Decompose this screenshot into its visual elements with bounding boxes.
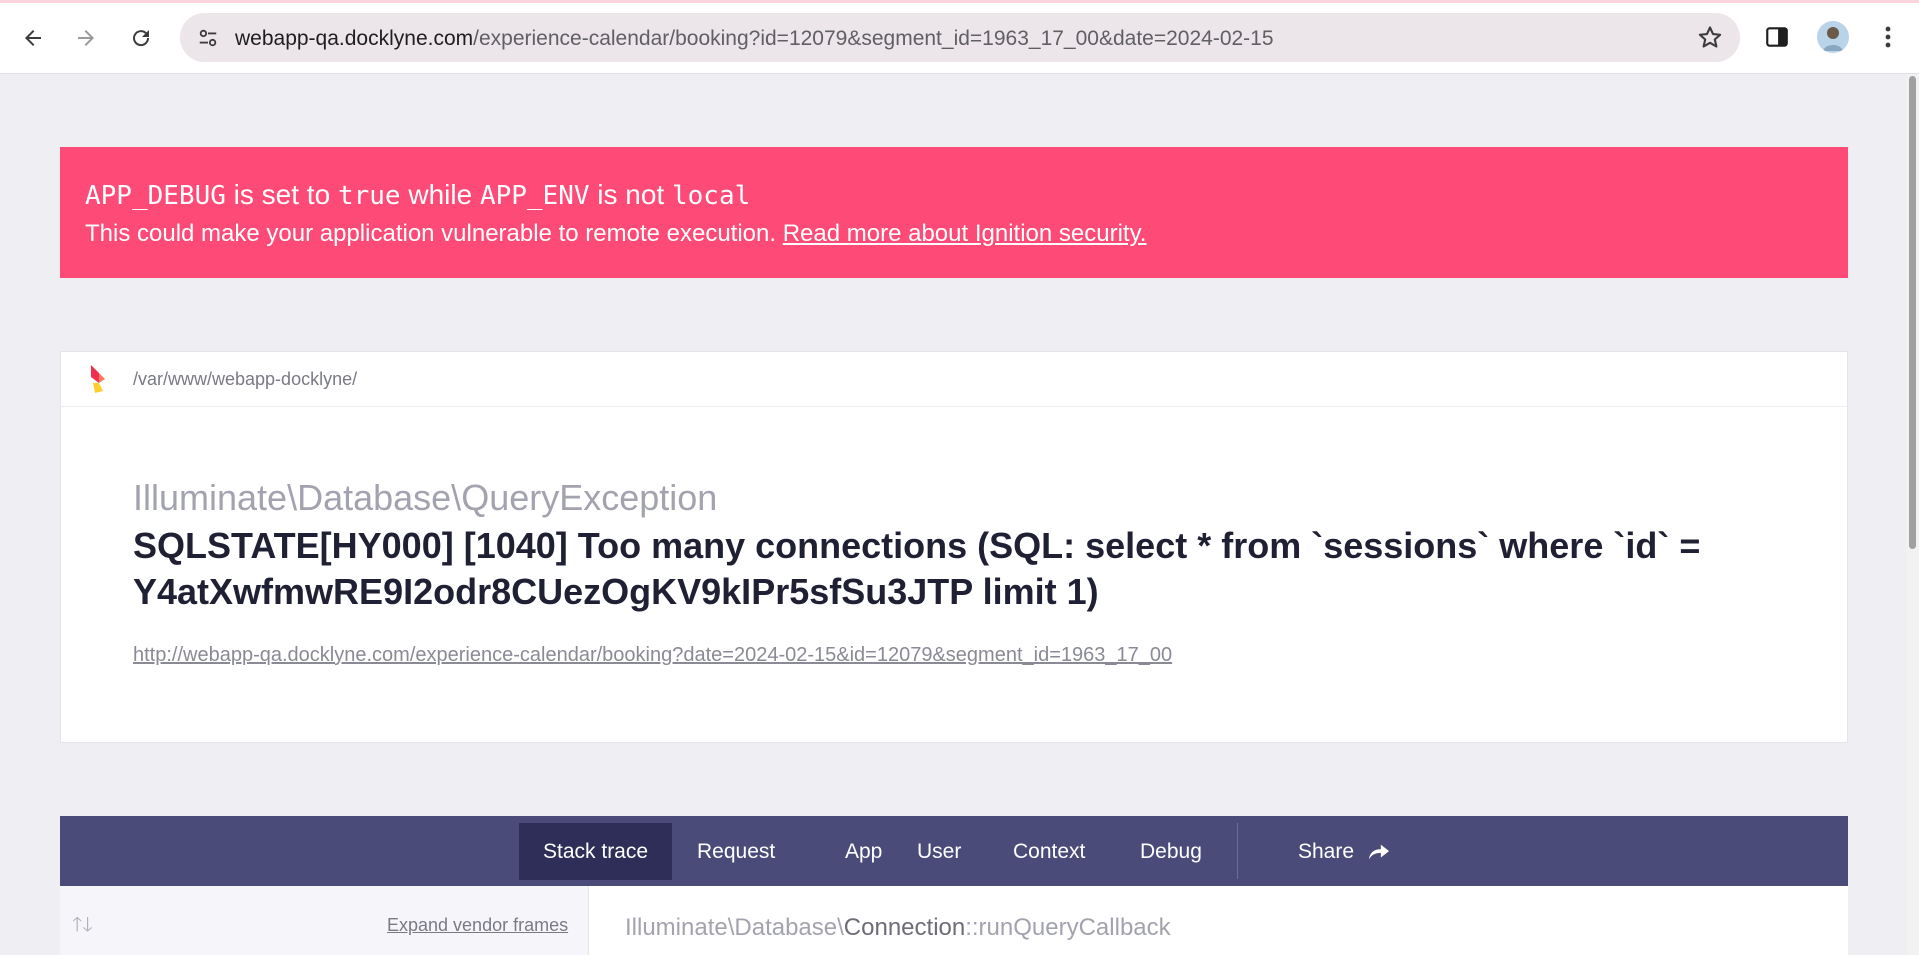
alert-text-3: is not xyxy=(589,179,672,210)
debug-warning-banner: APP_DEBUG is set to true while APP_ENV i… xyxy=(60,147,1848,278)
page-scrollbar[interactable] xyxy=(1906,74,1919,955)
forward-arrow-icon xyxy=(78,30,94,46)
star-icon[interactable] xyxy=(1696,24,1724,52)
frame-method: ::runQueryCallback xyxy=(965,914,1171,941)
exception-namespace: Illuminate\Database\ xyxy=(133,477,462,518)
avatar[interactable] xyxy=(1817,21,1849,53)
side-panel-icon[interactable] xyxy=(1764,24,1792,52)
exception-class: Illuminate\Database\QueryException xyxy=(133,477,717,519)
url-path: /experience-calendar/booking?id=12079&se… xyxy=(473,27,1274,50)
frame-class: Connection xyxy=(843,914,966,941)
forward-button[interactable] xyxy=(68,20,104,56)
browser-toolbar: webapp-qa.docklyne.com/experience-calend… xyxy=(0,0,1919,74)
tab-share[interactable]: Share xyxy=(1274,823,1414,880)
alert-title: APP_DEBUG is set to true while APP_ENV i… xyxy=(85,177,1823,214)
tab-debug[interactable]: Debug xyxy=(1116,823,1226,880)
error-tabs-bar: Stack trace Request App User Context Deb… xyxy=(60,816,1848,886)
alert-body: This could make your application vulnera… xyxy=(85,218,1823,250)
stack-frames-sidebar: 🡑🡓 Expand vendor frames xyxy=(60,886,589,955)
reload-icon xyxy=(133,30,150,47)
address-bar[interactable]: webapp-qa.docklyne.com/experience-calend… xyxy=(180,13,1740,62)
exception-message: SQLSTATE[HY000] [1040] Too many connecti… xyxy=(133,525,1701,612)
tab-user[interactable]: User xyxy=(893,823,985,880)
url-text[interactable]: webapp-qa.docklyne.com/experience-calend… xyxy=(235,27,1274,51)
back-button[interactable] xyxy=(15,20,51,56)
scrollbar-thumb[interactable] xyxy=(1909,76,1916,549)
tab-context[interactable]: Context xyxy=(989,823,1109,880)
frame-namespace: Illuminate\Database\ xyxy=(625,914,844,941)
alert-text-2: while xyxy=(400,179,480,210)
arrow-up-icon[interactable]: 🡑 xyxy=(72,914,82,936)
app-path: /var/www/webapp-docklyne/ xyxy=(133,369,358,389)
ignition-logo-icon xyxy=(91,365,105,393)
exception-card: /var/www/webapp-docklyne/ Illuminate\Dat… xyxy=(60,351,1848,743)
site-info-icon[interactable] xyxy=(194,24,222,52)
exception-class-name: QueryException xyxy=(461,477,718,518)
tab-separator xyxy=(1237,823,1238,879)
alert-code-app-debug: APP_DEBUG xyxy=(85,181,226,211)
alert-body-text: This could make your application vulnera… xyxy=(85,220,783,247)
share-arrow-icon xyxy=(1368,844,1390,859)
ignition-security-link[interactable]: Read more about Ignition security. xyxy=(783,220,1147,247)
expand-vendor-frames-link[interactable]: Expand vendor frames xyxy=(387,915,568,936)
arrow-down-icon[interactable]: 🡓 xyxy=(82,914,92,936)
reload-button[interactable] xyxy=(123,20,159,56)
back-arrow-icon xyxy=(25,30,41,46)
frame-nav-arrows[interactable]: 🡑🡓 xyxy=(72,910,93,944)
frame-title: Illuminate\Database\Connection::runQuery… xyxy=(625,914,1171,942)
alert-text-1: is set to xyxy=(225,179,338,210)
menu-dots-icon[interactable] xyxy=(1876,22,1900,52)
alert-code-app-env: APP_ENV xyxy=(479,181,590,211)
tab-stack-trace[interactable]: Stack trace xyxy=(519,823,673,880)
share-label: Share xyxy=(1298,839,1355,863)
alert-code-true: true xyxy=(337,181,401,211)
url-host: webapp-qa.docklyne.com xyxy=(235,27,474,50)
alert-code-local: local xyxy=(672,181,751,211)
card-header: /var/www/webapp-docklyne/ xyxy=(61,352,1847,407)
stack-frame-detail: Illuminate\Database\Connection::runQuery… xyxy=(589,886,1848,955)
request-url-link[interactable]: http://webapp-qa.docklyne.com/experience… xyxy=(133,644,1172,667)
tab-request[interactable]: Request xyxy=(673,823,799,880)
